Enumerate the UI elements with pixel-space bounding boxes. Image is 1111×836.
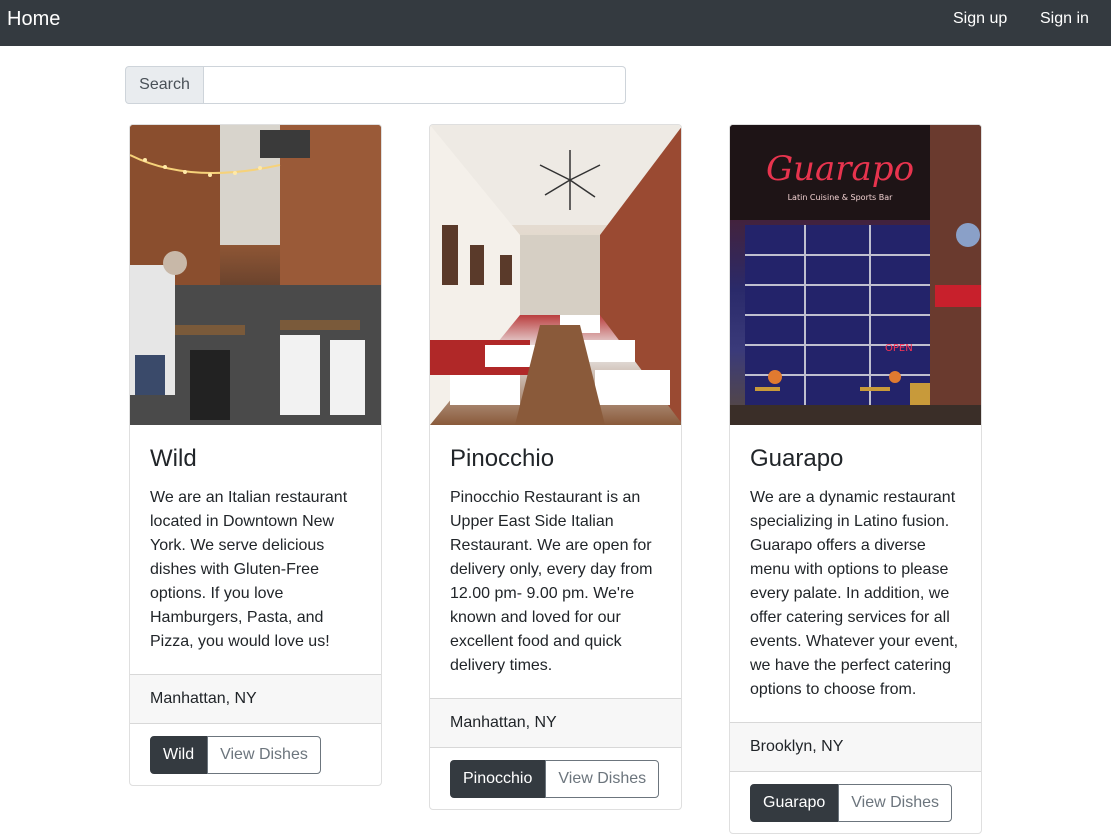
- restaurant-photo: Guarapo Latin Cuisine & Sports Bar OPEN: [730, 125, 981, 425]
- restaurant-name-button[interactable]: Guarapo: [750, 784, 839, 822]
- signin-link[interactable]: Sign in: [1040, 10, 1089, 28]
- search-label: Search: [125, 66, 204, 104]
- restaurant-description: We are an Italian restaurant located in …: [150, 489, 348, 650]
- restaurant-description: Pinocchio Restaurant is an Upper East Si…: [450, 489, 653, 674]
- top-navbar: Home Sign up Sign in: [0, 0, 1111, 46]
- restaurant-name: Guarapo: [750, 445, 844, 472]
- restaurant-description: We are a dynamic restaurant specializing…: [750, 489, 959, 698]
- restaurant-card: Guarapo Latin Cuisine & Sports Bar OPEN …: [729, 124, 982, 834]
- restaurant-card: Pinocchio Pinocchio Restaurant is an Upp…: [429, 124, 682, 810]
- restaurant-name-button[interactable]: Pinocchio: [450, 760, 546, 798]
- open-sign: OPEN: [885, 343, 913, 354]
- sign-subtext: Latin Cuisine & Sports Bar: [788, 193, 893, 202]
- restaurant-photo: [430, 125, 681, 425]
- sign-text: Guarapo: [766, 149, 914, 189]
- view-dishes-button[interactable]: View Dishes: [545, 760, 660, 798]
- restaurant-card: Wild We are an Italian restaurant locate…: [129, 124, 382, 786]
- restaurant-photo: [130, 125, 381, 425]
- search-bar: Search: [125, 66, 626, 104]
- view-dishes-button[interactable]: View Dishes: [207, 736, 321, 774]
- restaurant-location: Manhattan, NY: [430, 698, 681, 748]
- home-link[interactable]: Home: [7, 8, 60, 31]
- restaurant-location: Manhattan, NY: [130, 674, 381, 724]
- search-input[interactable]: [204, 66, 626, 104]
- signup-link[interactable]: Sign up: [953, 10, 1007, 28]
- restaurant-name-button[interactable]: Wild: [150, 736, 208, 774]
- view-dishes-button[interactable]: View Dishes: [838, 784, 953, 822]
- restaurant-name: Wild: [150, 445, 197, 472]
- restaurant-name: Pinocchio: [450, 445, 555, 472]
- restaurant-location: Brooklyn, NY: [730, 722, 981, 772]
